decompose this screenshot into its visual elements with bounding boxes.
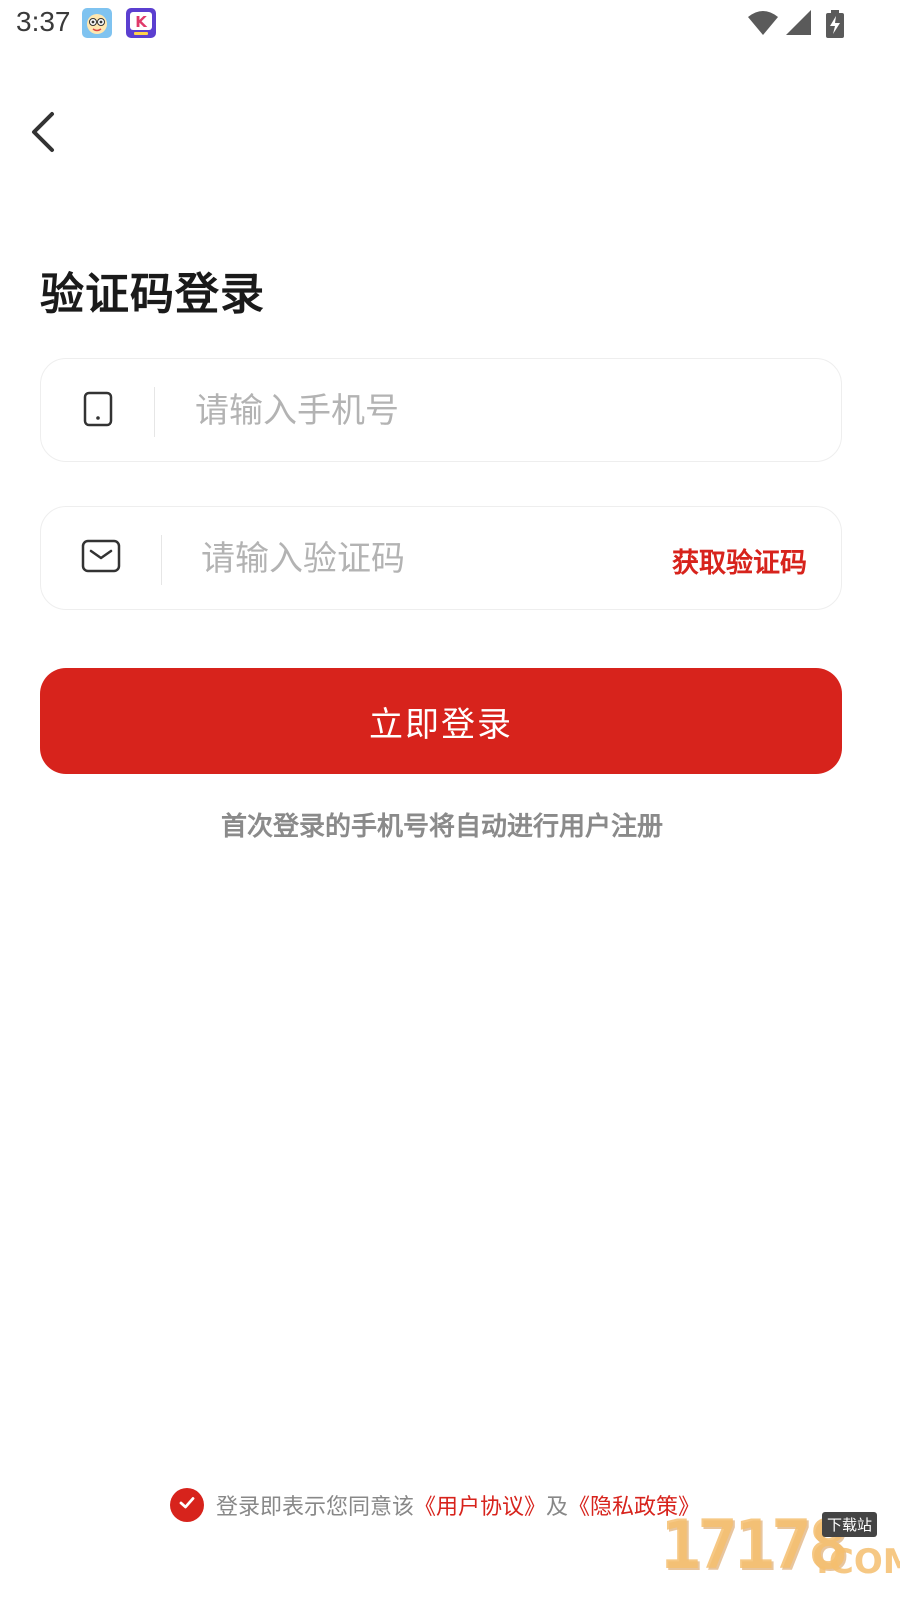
code-input[interactable] [201,533,621,585]
wifi-icon [748,10,778,40]
agreement-checkbox[interactable] [170,1488,204,1522]
site-watermark: 17178 .COM 下载站 [660,1506,900,1596]
status-bar: 3:37 K [0,0,900,50]
registration-hint: 首次登录的手机号将自动进行用户注册 [220,812,663,842]
login-button[interactable]: 立即登录 [40,668,842,774]
check-circle-icon [178,1493,196,1518]
battery-charging-icon [826,10,844,42]
field-divider [154,387,155,437]
get-code-button[interactable]: 获取验证码 [672,541,807,580]
status-time: 3:37 [16,6,71,37]
svg-text:K: K [135,13,148,31]
page-title: 验证码登录 [40,269,265,320]
envelope-icon [81,539,121,577]
user-agreement-link[interactable]: 《用户协议》 [414,1489,546,1521]
agreement-row: 登录即表示您同意该 《用户协议》 及 《隐私政策》 [170,1488,700,1522]
field-divider [161,535,162,585]
character-app-icon [82,8,112,38]
phone-field [40,358,842,462]
agreement-conjunction: 及 [546,1495,569,1520]
watermark-tag: 下载站 [822,1512,878,1537]
back-button[interactable] [22,104,70,160]
phone-icon [83,391,113,431]
login-page: 3:37 K 验证码登录 请输入手机号 请输入验证码 获取验证码 立即登录 首次… [0,0,900,1600]
watermark-suffix: .COM [816,1542,900,1582]
phone-input[interactable] [195,385,795,437]
agreement-prefix: 登录即表示您同意该 [216,1495,415,1520]
k-app-icon: K [126,8,156,38]
signal-icon [786,10,812,40]
chevron-left-icon [22,112,70,164]
code-field: 获取验证码 [40,506,842,610]
